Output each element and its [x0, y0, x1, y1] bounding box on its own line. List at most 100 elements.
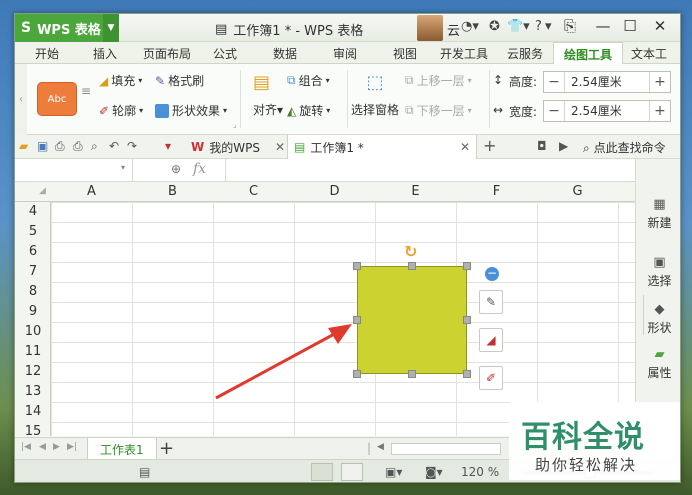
app-menu-button[interactable]: S WPS 表格 ▼	[15, 14, 119, 42]
restore-ribbon-icon[interactable]: ⎘	[558, 17, 582, 39]
page-break-view-button[interactable]	[341, 463, 363, 481]
rotate-handle-icon[interactable]: ↻	[404, 242, 417, 261]
resize-handle[interactable]	[353, 262, 361, 270]
zoom-level[interactable]: 120 %	[461, 465, 499, 479]
close-icon[interactable]: ✕	[275, 140, 285, 154]
tab-mywps[interactable]: W 我的WPS ✕	[185, 135, 291, 159]
increase-width-button[interactable]: +	[650, 103, 670, 119]
open-folder-icon[interactable]: ▰	[19, 139, 28, 153]
align-button[interactable]: ▤ 对齐▾	[253, 72, 283, 118]
tab-home[interactable]: 开始	[35, 45, 59, 62]
resize-handle[interactable]	[353, 370, 361, 378]
row-header[interactable]: 10	[15, 322, 51, 342]
tab-workbook[interactable]: ▤ 工作簿1 * ✕	[287, 135, 477, 159]
user-name[interactable]: 云	[447, 20, 460, 39]
scroll-left-icon[interactable]: ◀	[377, 442, 384, 452]
horizontal-scrollbar[interactable]	[391, 443, 501, 455]
new-tab-icon[interactable]: +	[483, 136, 496, 155]
tab-cloud[interactable]: 云服务	[507, 45, 543, 62]
row-header[interactable]: 5	[15, 222, 51, 242]
column-header[interactable]: A	[51, 184, 132, 199]
add-sheet-icon[interactable]: +	[159, 438, 174, 459]
resize-handle[interactable]	[463, 316, 471, 324]
customize-icon[interactable]: ▾	[165, 139, 171, 153]
collapse-icon[interactable]: −	[485, 267, 499, 281]
style-more-icon[interactable]: ≡	[81, 84, 91, 98]
row-header[interactable]: 6	[15, 242, 51, 262]
task-pane-select[interactable]: ▣ 选择	[636, 255, 680, 289]
tab-review[interactable]: 审阅	[333, 45, 357, 62]
row-header[interactable]: 4	[15, 202, 51, 222]
tab-page-layout[interactable]: 页面布局	[143, 45, 191, 62]
group-button[interactable]: ⧉ 组合 ▾	[287, 72, 330, 89]
export-pdf-icon[interactable]: ⎙	[55, 139, 65, 154]
row-header[interactable]: 9	[15, 302, 51, 322]
task-pane-properties[interactable]: ▰ 属性	[636, 347, 680, 381]
row-header[interactable]: 8	[15, 282, 51, 302]
row-header[interactable]: 14	[15, 402, 51, 422]
maximize-button[interactable]: ☐	[618, 17, 642, 39]
tab-text-tools[interactable]: 文本工	[631, 45, 667, 62]
row-header[interactable]: 7	[15, 262, 51, 282]
resize-handle[interactable]	[353, 316, 361, 324]
shape-outline-button[interactable]: ✐	[479, 366, 503, 390]
user-dropdown-icon[interactable]: ◔▾	[461, 19, 479, 34]
prev-sheet-icon[interactable]: ◀	[39, 442, 46, 452]
dialog-launcher-icon[interactable]: ⌟	[233, 120, 237, 129]
rectangle-shape[interactable]	[357, 266, 467, 374]
next-sheet-icon[interactable]: ▶	[53, 442, 60, 452]
width-stepper[interactable]: − 2.54厘米 +	[543, 100, 671, 122]
row-header[interactable]: 11	[15, 342, 51, 362]
outline-button[interactable]: ✐ 轮廓 ▾	[99, 102, 143, 119]
height-stepper[interactable]: − 2.54厘米 +	[543, 71, 671, 93]
tab-formulas[interactable]: 公式	[213, 45, 237, 62]
help-icon[interactable]: ?	[535, 19, 542, 34]
function-fx-icon[interactable]: fx	[193, 161, 206, 177]
eye-protection-icon[interactable]: ◙▾	[425, 465, 443, 479]
height-value[interactable]: 2.54厘米	[564, 72, 650, 92]
print-icon[interactable]: ⎙	[73, 139, 83, 154]
backup-icon[interactable]: ◘	[537, 139, 547, 153]
task-pane-new[interactable]: ▦ 新建	[636, 197, 680, 231]
close-icon[interactable]: ✕	[460, 140, 470, 154]
increase-height-button[interactable]: +	[650, 74, 670, 90]
last-sheet-icon[interactable]: ▶|	[67, 442, 77, 452]
shape-effects-button[interactable]: 形状效果 ▾	[155, 102, 227, 119]
send-backward-button[interactable]: ⧉ 下移一层 ▾	[405, 102, 472, 119]
tab-drawing-tools[interactable]: 绘图工具	[553, 42, 624, 65]
formula-input[interactable]	[225, 159, 635, 181]
close-button[interactable]: ✕	[648, 17, 672, 39]
resize-handle[interactable]	[463, 370, 471, 378]
decrease-width-button[interactable]: −	[544, 103, 564, 119]
fill-button[interactable]: ◢ 填充 ▾	[99, 72, 142, 89]
resize-handle[interactable]	[463, 262, 471, 270]
normal-view-button[interactable]	[311, 463, 333, 481]
column-header[interactable]: F	[456, 184, 537, 199]
save-icon[interactable]: ▣	[37, 139, 48, 153]
first-sheet-icon[interactable]: |◀	[21, 442, 31, 452]
resize-handle[interactable]	[408, 370, 416, 378]
select-all-icon[interactable]: ◢	[39, 186, 46, 196]
pin-icon[interactable]: ▶	[559, 139, 568, 153]
chevron-down-icon[interactable]: ▾	[121, 163, 125, 172]
column-header[interactable]: G	[537, 184, 618, 199]
decrease-height-button[interactable]: −	[544, 74, 564, 90]
skin-icon[interactable]: 👕▾	[507, 19, 530, 34]
reading-mode-icon[interactable]: ▣▾	[385, 465, 402, 479]
column-header[interactable]: B	[132, 184, 213, 199]
sheet-tab[interactable]: 工作表1	[87, 438, 157, 460]
column-header[interactable]: E	[375, 184, 456, 199]
zoom-search-icon[interactable]: ⊕	[171, 162, 181, 176]
task-pane-splitter[interactable]	[636, 295, 644, 335]
row-header[interactable]: 15	[15, 422, 51, 436]
chevron-left-icon[interactable]: ‹	[15, 64, 27, 135]
tab-view[interactable]: 视图	[393, 45, 417, 62]
print-preview-icon[interactable]: ⌕	[91, 139, 98, 154]
edit-shape-button[interactable]: ✎	[479, 290, 503, 314]
tab-developer[interactable]: 开发工具	[440, 45, 488, 62]
shape-fill-button[interactable]: ◢	[479, 328, 503, 352]
splitter-icon[interactable]: |	[367, 441, 371, 455]
help-dropdown-icon[interactable]: ▾	[545, 19, 552, 34]
chevron-down-icon[interactable]: ▼	[103, 14, 119, 42]
undo-icon[interactable]: ↶	[109, 139, 119, 153]
